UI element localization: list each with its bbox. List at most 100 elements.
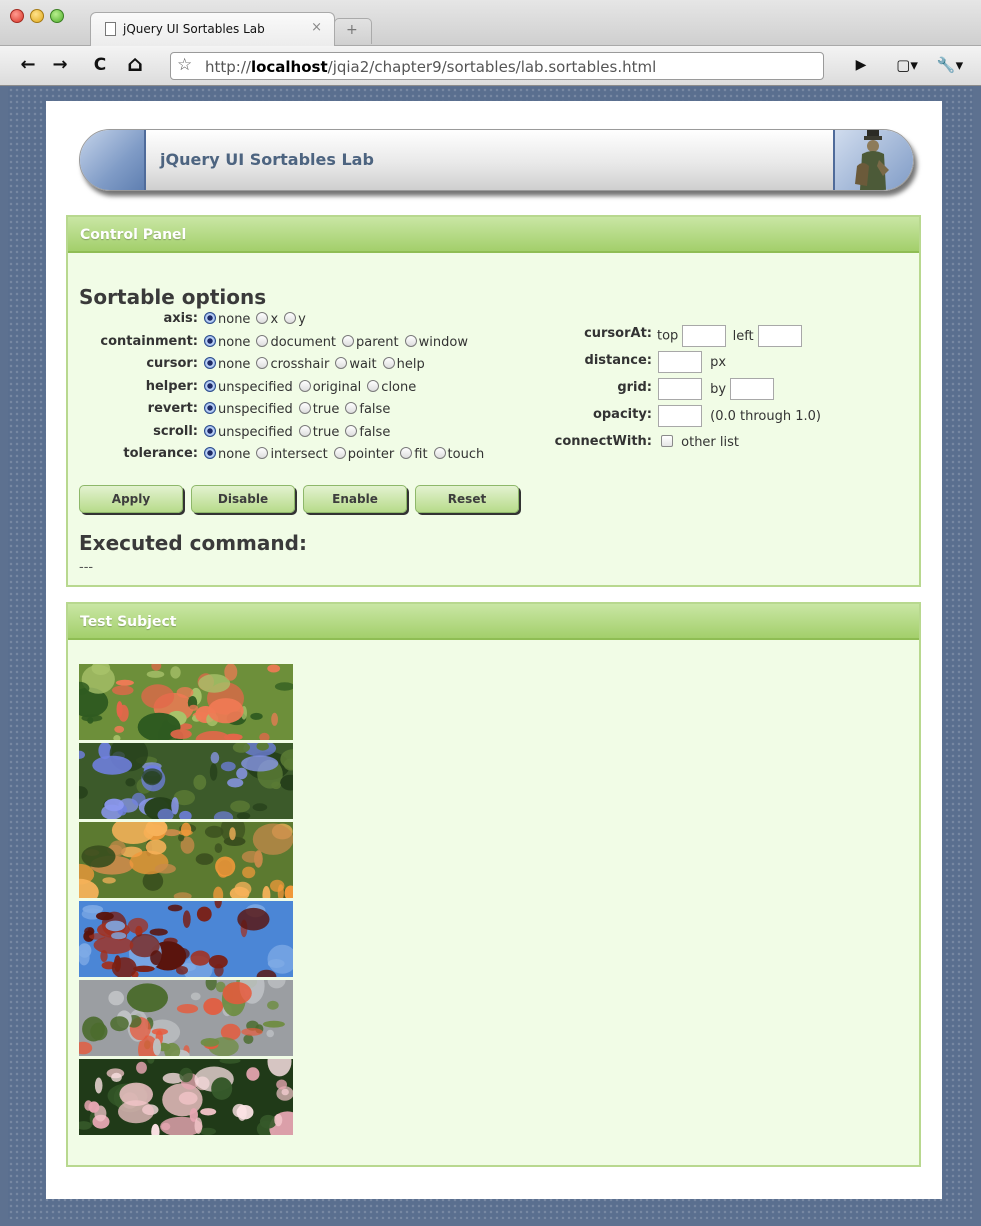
radio-unselected-icon[interactable]: [345, 425, 358, 437]
red-leaves-sky-image[interactable]: [79, 901, 293, 977]
back-button[interactable]: ←: [16, 52, 40, 78]
blue-flowers-image[interactable]: [79, 743, 293, 819]
radio-option[interactable]: window: [404, 335, 468, 350]
radio-selected-icon[interactable]: [204, 312, 216, 324]
radio-option[interactable]: wait: [335, 357, 377, 372]
radio-option[interactable]: true: [298, 425, 339, 440]
cursorat-controls: top left: [657, 325, 802, 347]
option-row-label-wrap: cursor:: [68, 356, 198, 374]
reset-button[interactable]: Reset: [415, 485, 519, 513]
radio-option[interactable]: true: [298, 402, 339, 417]
radio-option[interactable]: original: [298, 380, 361, 395]
radio-option-label: none: [218, 312, 251, 327]
cursorat-top-input[interactable]: [682, 325, 727, 347]
radio-selected-icon[interactable]: [204, 447, 216, 459]
grid-y-input[interactable]: [730, 378, 775, 400]
option-row-label-wrap: helper:: [68, 379, 198, 397]
distance-label: distance:: [584, 353, 652, 368]
orange-lilies-image[interactable]: [79, 822, 293, 898]
tools-wrench-icon[interactable]: 🔧▾: [930, 52, 970, 78]
radio-option[interactable]: unspecified: [204, 425, 293, 440]
radio-unselected-icon[interactable]: [433, 447, 446, 459]
connectwith-option-label: other list: [681, 435, 739, 450]
browser-tab[interactable]: jQuery UI Sortables Lab ×: [90, 12, 335, 46]
option-choices: none x y: [204, 312, 312, 327]
radio-option[interactable]: parent: [342, 335, 399, 350]
opacity-input[interactable]: [658, 405, 702, 427]
option-label: revert:: [147, 401, 198, 416]
radio-selected-icon[interactable]: [204, 425, 216, 437]
radio-option[interactable]: help: [382, 357, 425, 372]
radio-unselected-icon[interactable]: [284, 312, 297, 324]
radio-option[interactable]: y: [284, 312, 306, 327]
tab-close-icon[interactable]: ×: [311, 20, 322, 35]
enable-button[interactable]: Enable: [303, 485, 407, 513]
play-icon[interactable]: ▶: [850, 52, 872, 78]
radio-unselected-icon[interactable]: [298, 402, 311, 414]
radio-unselected-icon[interactable]: [342, 335, 355, 347]
radio-unselected-icon[interactable]: [400, 447, 413, 459]
red-canna-image[interactable]: [79, 980, 293, 1056]
radio-unselected-icon[interactable]: [298, 380, 311, 392]
executed-command-heading: Executed command:: [79, 531, 307, 555]
radio-option[interactable]: pointer: [333, 447, 394, 462]
radio-selected-icon[interactable]: [204, 335, 216, 347]
minimize-window-button[interactable]: [30, 9, 44, 23]
reload-button[interactable]: C: [88, 52, 112, 78]
radio-option[interactable]: false: [345, 425, 390, 440]
radio-selected-icon[interactable]: [204, 357, 216, 369]
apply-button[interactable]: Apply: [79, 485, 183, 513]
distance-input[interactable]: [658, 351, 702, 373]
radio-option[interactable]: none: [204, 335, 250, 350]
radio-option[interactable]: touch: [433, 447, 484, 462]
radio-option[interactable]: none: [204, 447, 250, 462]
radio-unselected-icon[interactable]: [256, 447, 269, 459]
pink-lilies-image[interactable]: [79, 1059, 293, 1135]
radio-unselected-icon[interactable]: [256, 312, 269, 324]
radio-unselected-icon[interactable]: [382, 357, 395, 369]
radio-option[interactable]: false: [345, 402, 390, 417]
radio-option[interactable]: intersect: [256, 447, 328, 462]
bookmark-star-icon[interactable]: ☆: [177, 55, 192, 75]
radio-option[interactable]: none: [204, 312, 250, 327]
radio-option[interactable]: x: [256, 312, 278, 327]
radio-selected-icon[interactable]: [204, 380, 216, 392]
radio-option[interactable]: unspecified: [204, 380, 293, 395]
cursorat-left-input[interactable]: [757, 325, 802, 347]
radio-option[interactable]: clone: [367, 380, 416, 395]
radio-unselected-icon[interactable]: [256, 335, 269, 347]
address-bar[interactable]: ☆ http://localhost/jqia2/chapter9/sortab…: [170, 52, 824, 80]
new-tab-button[interactable]: +: [334, 18, 372, 44]
home-button[interactable]: ⌂: [120, 52, 150, 78]
page-menu-icon[interactable]: ▢▾: [890, 52, 924, 78]
disable-button[interactable]: Disable: [191, 485, 295, 513]
radio-unselected-icon[interactable]: [333, 447, 346, 459]
radio-option[interactable]: fit: [400, 447, 428, 462]
radio-option[interactable]: unspecified: [204, 402, 293, 417]
radio-option-label: none: [218, 357, 251, 372]
radio-option[interactable]: none: [204, 357, 250, 372]
radio-unselected-icon[interactable]: [345, 402, 358, 414]
zoom-window-button[interactable]: [50, 9, 64, 23]
opacity-hint: (0.0 through 1.0): [710, 408, 821, 424]
url-text[interactable]: http://localhost/jqia2/chapter9/sortable…: [205, 58, 656, 76]
radio-option[interactable]: document: [256, 335, 336, 350]
grid-x-input[interactable]: [658, 378, 702, 400]
radio-option[interactable]: crosshair: [256, 357, 329, 372]
close-window-button[interactable]: [10, 9, 24, 23]
connectwith-controls: other list: [661, 435, 739, 450]
red-hibiscus-image[interactable]: [79, 664, 293, 740]
radio-unselected-icon[interactable]: [335, 357, 348, 369]
radio-option-label: unspecified: [218, 425, 293, 440]
page-banner: jQuery UI Sortables Lab: [79, 129, 914, 191]
radio-unselected-icon[interactable]: [256, 357, 269, 369]
radio-unselected-icon[interactable]: [404, 335, 417, 347]
connectwith-checkbox[interactable]: [661, 435, 673, 447]
radio-option-label: unspecified: [218, 380, 293, 395]
forward-button[interactable]: →: [48, 52, 72, 78]
radio-unselected-icon[interactable]: [367, 380, 380, 392]
option-row-label-wrap: scroll:: [68, 424, 198, 442]
distance-row: distance:: [518, 353, 652, 371]
radio-selected-icon[interactable]: [204, 402, 216, 414]
radio-unselected-icon[interactable]: [298, 425, 311, 437]
